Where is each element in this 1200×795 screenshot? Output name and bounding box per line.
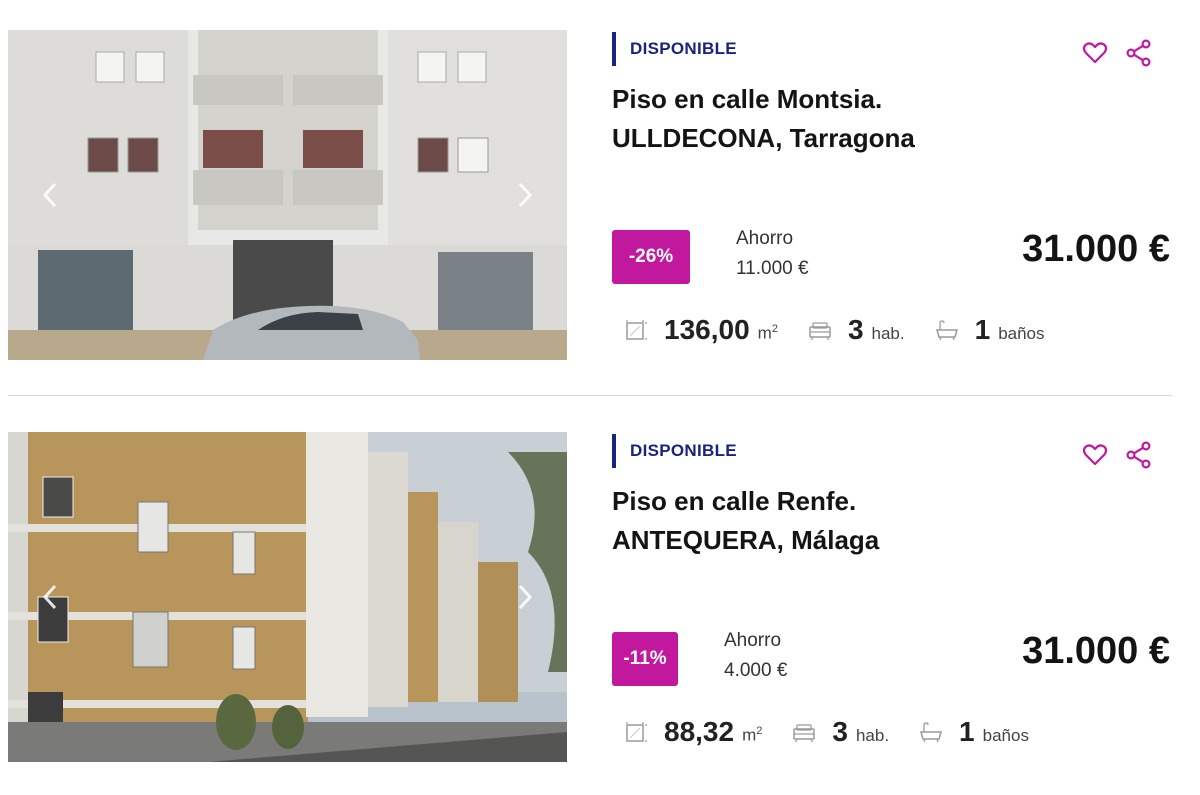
title-street: Piso en calle Renfe. (612, 486, 857, 516)
area-unit-sup: 2 (756, 725, 763, 738)
share-button[interactable] (1124, 38, 1154, 68)
baths-unit: baños (998, 324, 1045, 343)
chevron-right-icon (518, 584, 533, 610)
heart-icon (1082, 444, 1108, 466)
feature-baths: 1 baños (935, 314, 1045, 346)
building-photo-image (8, 30, 567, 360)
photo-next-button[interactable] (513, 178, 537, 212)
area-value: 136,00 (664, 314, 750, 345)
listing-photo[interactable] (8, 30, 567, 360)
rooms-unit: hab. (871, 324, 905, 343)
area-unit-sup: 2 (771, 323, 778, 336)
share-icon (1126, 441, 1151, 469)
listing-card[interactable]: DISPONIBLE Piso en calle Renfe. ANTEQUER… (0, 432, 1200, 772)
discount-badge: -26% (612, 230, 690, 284)
price: 31.000 € (1022, 630, 1170, 672)
chevron-left-icon (42, 584, 57, 610)
baths-unit: baños (982, 726, 1029, 745)
listing-features: 136,00 m2 3 hab. 1 baños (624, 314, 1075, 346)
area-icon (626, 320, 647, 340)
favorite-button[interactable] (1080, 440, 1110, 470)
bed-icon (809, 322, 831, 340)
photo-prev-button[interactable] (38, 178, 62, 212)
feature-baths: 1 baños (919, 716, 1029, 748)
title-street: Piso en calle Montsia. (612, 84, 883, 114)
feature-rooms: 3 hab. (792, 716, 889, 748)
heart-icon (1082, 42, 1108, 64)
area-value: 88,32 (664, 716, 735, 747)
feature-area: 88,32 m2 (624, 716, 762, 748)
share-icon (1126, 39, 1151, 67)
feature-area: 136,00 m2 (624, 314, 778, 346)
rooms-value: 3 (832, 716, 848, 747)
bathtub-icon (935, 320, 958, 341)
saving-label: Ahorro (736, 228, 794, 249)
listing-photo[interactable] (8, 432, 567, 762)
rooms-value: 3 (847, 314, 864, 345)
feature-rooms: 3 hab. (808, 314, 905, 346)
area-unit-text: m (742, 726, 757, 745)
bathtub-icon (920, 722, 943, 743)
listing-card[interactable]: DISPONIBLE Piso en calle Montsia. ULLDEC… (0, 30, 1200, 370)
listing-actions (1080, 440, 1154, 470)
photo-prev-button[interactable] (38, 580, 62, 614)
status-badge: DISPONIBLE (612, 434, 737, 468)
listing-title[interactable]: Piso en calle Montsia. ULLDECONA, Tarrag… (612, 80, 1172, 158)
listing-actions (1080, 38, 1154, 68)
bed-icon (793, 724, 816, 742)
saving-value: 11.000 € (736, 258, 809, 279)
chevron-left-icon (42, 182, 57, 208)
status-badge: DISPONIBLE (612, 32, 737, 66)
title-location: ULLDECONA, Tarragona (612, 123, 915, 153)
area-unit: m2 (742, 725, 762, 746)
listing-features: 88,32 m2 3 hab. 1 baños (624, 716, 1059, 748)
saving-value: 4.000 € (724, 660, 788, 681)
chevron-right-icon (518, 182, 533, 208)
listing-divider (8, 395, 1172, 396)
share-button[interactable] (1124, 440, 1154, 470)
photo-next-button[interactable] (513, 580, 537, 614)
area-unit: m2 (758, 323, 778, 344)
listing-title[interactable]: Piso en calle Renfe. ANTEQUERA, Málaga (612, 482, 1172, 560)
baths-value: 1 (959, 716, 975, 747)
saving-label: Ahorro (724, 630, 782, 651)
building-photo-image (8, 432, 567, 762)
title-location: ANTEQUERA, Málaga (612, 525, 880, 555)
baths-value: 1 (974, 314, 991, 345)
area-icon (626, 722, 647, 742)
price: 31.000 € (1022, 228, 1170, 270)
area-unit-text: m (757, 324, 772, 343)
discount-badge: -11% (612, 632, 678, 686)
favorite-button[interactable] (1080, 38, 1110, 68)
rooms-unit: hab. (855, 726, 890, 745)
